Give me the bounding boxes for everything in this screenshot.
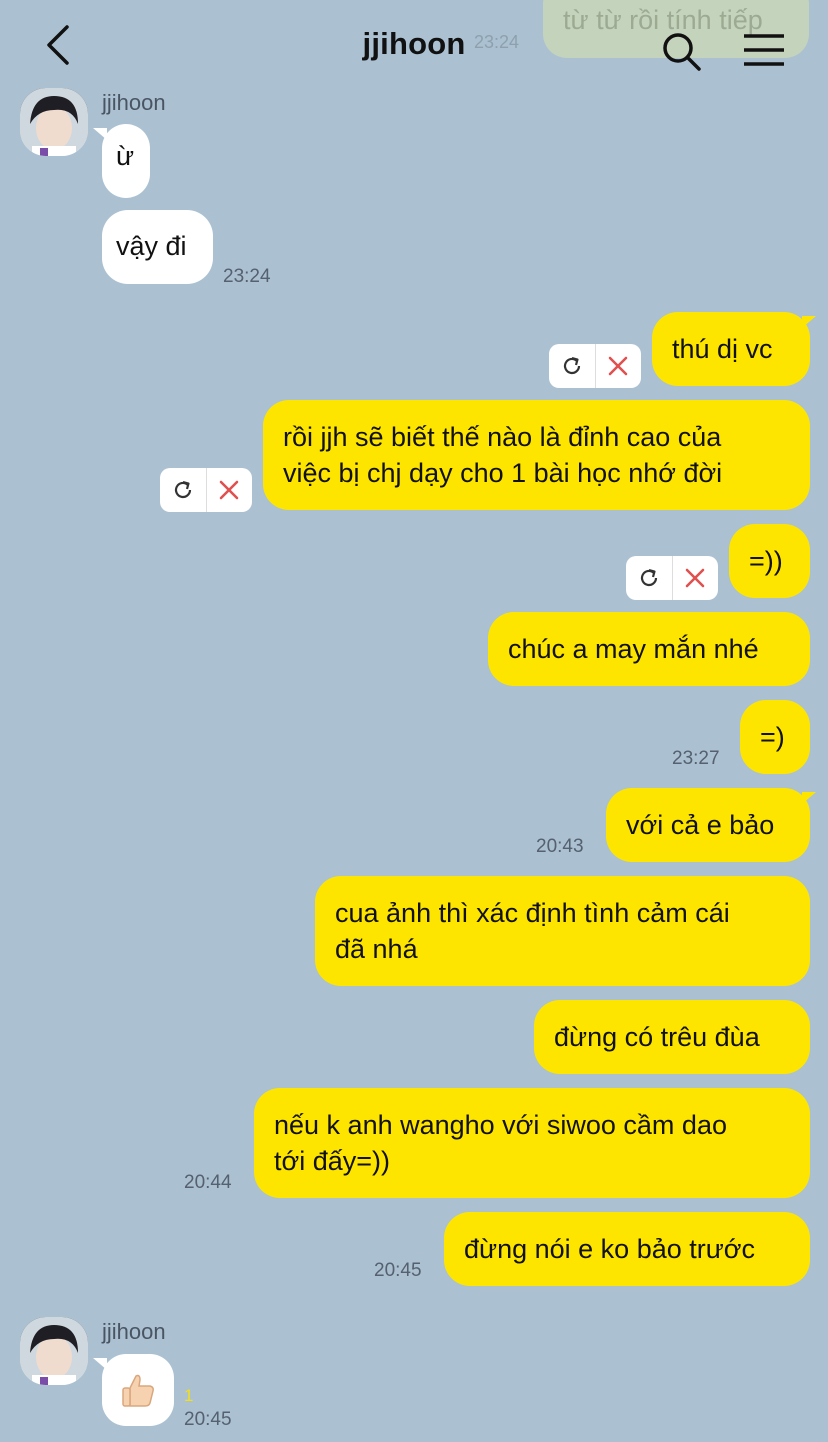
message-bubble-incoming[interactable]: vậy đi xyxy=(102,210,213,284)
resend-button[interactable] xyxy=(160,468,207,512)
message-text-line: rồi jjh sẽ biết thế nào là đỉnh cao của xyxy=(283,422,722,452)
message-text: =) xyxy=(760,722,785,752)
bubble-tail xyxy=(802,316,816,328)
message-text: thú dị vc xyxy=(672,334,773,364)
refresh-icon xyxy=(563,356,580,375)
hamburger-menu-icon xyxy=(744,34,784,66)
avatar[interactable] xyxy=(20,88,88,156)
delete-failed-button[interactable] xyxy=(596,344,642,388)
refresh-icon xyxy=(640,568,657,587)
message-bubble-outgoing[interactable]: đừng có trêu đùa xyxy=(534,1000,810,1074)
message-bubble-outgoing[interactable]: nếu k anh wangho với siwoo cầm dao tới đ… xyxy=(254,1088,810,1198)
message-text: vậy đi xyxy=(116,231,187,261)
message-bubble-outgoing[interactable]: =) xyxy=(740,700,810,774)
message-time: 20:45 xyxy=(374,1260,422,1281)
message-time: 20:45 xyxy=(184,1409,232,1430)
message-time: 23:24 xyxy=(223,266,271,287)
message-text: ừ xyxy=(116,141,135,171)
message-time: 20:44 xyxy=(184,1172,232,1193)
menu-button[interactable] xyxy=(742,32,786,68)
delete-failed-button[interactable] xyxy=(207,468,253,512)
search-icon xyxy=(663,33,701,71)
search-button[interactable] xyxy=(660,30,704,74)
message-bubble-outgoing[interactable]: cua ảnh thì xác định tình cảm cái đã nhá xyxy=(315,876,810,986)
message-text: =)) xyxy=(749,546,783,576)
message-bubble-outgoing[interactable]: =)) xyxy=(729,524,810,598)
message-bubble-outgoing[interactable]: đừng nói e ko bảo trước xyxy=(444,1212,810,1286)
message-text-line: đã nhá xyxy=(335,934,418,964)
message-time: 23:27 xyxy=(672,748,720,769)
message-text: với cả e bảo xyxy=(626,810,775,840)
message-bubble-outgoing[interactable]: thú dị vc xyxy=(652,312,810,386)
avatar[interactable] xyxy=(20,1317,88,1385)
message-text: đừng nói e ko bảo trước xyxy=(464,1234,756,1264)
message-text-line: việc bị chj dạy cho 1 bài học nhớ đời xyxy=(283,458,723,488)
bubble-tail xyxy=(93,128,107,140)
message-bubble-outgoing[interactable]: chúc a may mắn nhé xyxy=(488,612,810,686)
sticker-bubble[interactable] xyxy=(102,1354,174,1426)
sender-name: jjihoon xyxy=(102,1319,166,1344)
avatar-image xyxy=(20,1317,88,1385)
message-text-line: nếu k anh wangho với siwoo cầm dao xyxy=(274,1110,727,1140)
refresh-icon xyxy=(174,480,191,499)
failed-send-actions xyxy=(160,468,252,512)
message-text: chúc a may mắn nhé xyxy=(508,634,759,664)
message-bubble-incoming[interactable]: ừ xyxy=(102,124,150,198)
failed-send-actions xyxy=(549,344,641,388)
message-time: 20:43 xyxy=(536,836,584,857)
close-icon xyxy=(608,356,628,376)
resend-button[interactable] xyxy=(626,556,673,600)
chat-header: từ từ rồi tính tiếp 23:24 jjihoon xyxy=(0,0,828,90)
resend-button[interactable] xyxy=(549,344,596,388)
avatar-image xyxy=(20,88,88,156)
bubble-tail xyxy=(802,792,816,804)
message-bubble-outgoing[interactable]: với cả e bảo xyxy=(606,788,810,862)
message-text: đừng có trêu đùa xyxy=(554,1022,760,1052)
close-icon xyxy=(219,480,239,500)
close-icon xyxy=(685,568,705,588)
message-bubble-outgoing[interactable]: rồi jjh sẽ biết thế nào là đỉnh cao của … xyxy=(263,400,810,510)
failed-send-actions xyxy=(626,556,718,600)
thumbs-up-icon xyxy=(122,1374,154,1407)
bubble-tail xyxy=(93,1358,107,1370)
unread-count: 1 xyxy=(184,1386,194,1405)
message-text-line: tới đấy=)) xyxy=(274,1146,390,1176)
delete-failed-button[interactable] xyxy=(673,556,719,600)
sender-name: jjihoon xyxy=(102,90,166,115)
message-text-line: cua ảnh thì xác định tình cảm cái xyxy=(335,898,730,928)
